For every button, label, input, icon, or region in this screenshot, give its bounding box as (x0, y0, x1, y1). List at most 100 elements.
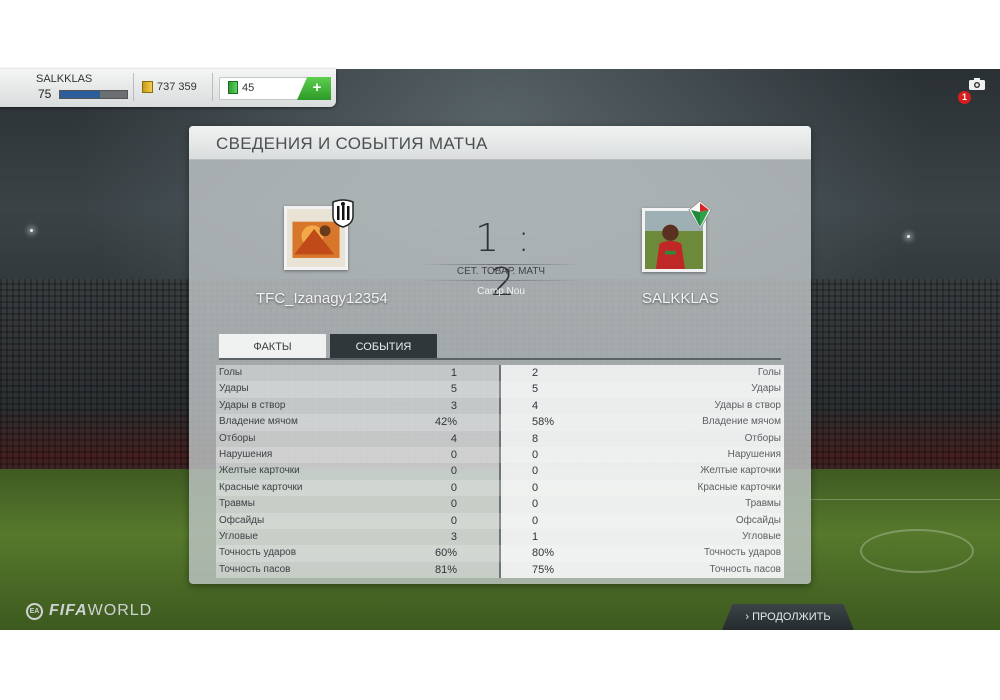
stat-value-home: 60% (434, 547, 457, 560)
stat-label-away: Отборы (744, 432, 781, 444)
stat-value-home: 5 (450, 383, 457, 396)
coins-display: 737 359 (142, 81, 197, 93)
fifa-world-logo: EA FIFA WORLD (26, 601, 152, 621)
stat-value-away: 80% (532, 547, 555, 560)
stat-label-away: Травмы (745, 498, 781, 510)
divider (133, 73, 134, 101)
home-team-avatar (284, 199, 354, 270)
ea-logo-icon: EA (26, 602, 43, 620)
xp-progress-fill (60, 91, 101, 98)
stats-row: Офсайды 0 0 Офсайды (216, 512, 784, 529)
points-display: 45 + (219, 77, 331, 100)
lokomotiv-crest-icon (688, 200, 712, 230)
away-team-name: SALKKLAS (642, 290, 719, 307)
stat-value-away: 2 (532, 367, 539, 379)
panel-header: СВЕДЕНИЯ И СОБЫТИЯ МАТЧА (189, 126, 811, 160)
stat-label-away: Удары в створ (714, 399, 782, 411)
stat-label-away: Угловые (742, 530, 781, 542)
floodlight (30, 229, 33, 232)
coins-value: 737 359 (157, 81, 197, 93)
stat-value-home: 3 (450, 530, 457, 543)
stat-label-away: Владение мячом (702, 416, 781, 428)
stats-row: Нарушения 0 0 Нарушения (216, 446, 784, 464)
stats-row: Точность пасов 81% 75% Точность пасов (216, 562, 784, 578)
stat-value-away: 0 (532, 448, 539, 461)
stat-label-home: Точность ударов (219, 547, 297, 559)
stat-value-home: 0 (450, 465, 457, 478)
points-icon (228, 81, 238, 94)
stat-value-home: 81% (434, 563, 457, 576)
tab-facts[interactable]: ФАКТЫ (219, 334, 326, 358)
stat-value-home: 0 (450, 498, 457, 511)
match-type: СЕТ. ТОВАР. МАТЧ (456, 266, 546, 277)
stats-row: Угловые 3 1 Угловые (216, 529, 784, 545)
stat-label-home: Голы (219, 367, 243, 378)
stat-value-home: 3 (450, 399, 457, 412)
stat-value-away: 8 (532, 432, 539, 445)
stat-value-away: 4 (532, 399, 539, 412)
continue-button[interactable]: › ПРОДОЛЖИТЬ (722, 604, 854, 630)
divider (421, 280, 581, 281)
stat-value-home: 1 (450, 367, 457, 379)
stat-value-away: 0 (532, 514, 539, 527)
notification-badge[interactable]: 1 (958, 91, 971, 104)
stat-value-away: 58% (532, 416, 555, 429)
away-team-avatar (642, 200, 712, 272)
camera-icon[interactable] (969, 78, 985, 90)
stat-value-away: 1 (532, 530, 539, 543)
stat-value-home: 0 (450, 481, 457, 494)
stat-label-home: Удары (219, 383, 249, 395)
stat-value-away: 5 (532, 383, 539, 396)
stat-label-home: Угловые (219, 530, 258, 542)
juventus-crest-icon (332, 199, 354, 228)
stat-value-away: 75% (532, 563, 555, 576)
stats-row: Голы 1 2 Голы (216, 365, 784, 381)
stat-label-away: Удары (751, 383, 781, 395)
stats-row: Точность ударов 60% 80% Точность ударов (216, 545, 784, 562)
stat-label-home: Точность пасов (219, 563, 291, 575)
divider (212, 73, 213, 101)
profile-hud: SALKKLAS 75 737 359 45 + (0, 69, 336, 107)
logo-world-text: WORLD (87, 602, 153, 619)
stat-label-home: Отборы (219, 432, 256, 444)
home-team-name: TFC_Izanagy12354 (256, 290, 388, 307)
stat-label-away: Офсайды (735, 514, 781, 526)
coins-icon (142, 81, 153, 93)
stat-value-away: 0 (532, 481, 539, 494)
stats-row: Владение мячом 42% 58% Владение мячом (216, 414, 784, 431)
buy-points-button[interactable]: + (297, 77, 331, 100)
tabs-underline (219, 358, 781, 360)
xp-progress-bar (59, 90, 128, 99)
stats-row: Удары 5 5 Удары (216, 381, 784, 398)
tab-events[interactable]: СОБЫТИЯ (330, 334, 437, 358)
match-stats-table: Голы 1 2 Голы Удары 5 5 Удары Удары в створ 3 4 Уда… (216, 365, 784, 579)
stat-label-away: Нарушения (727, 448, 781, 460)
stats-row: Желтые карточки 0 0 Желтые карточки (216, 463, 784, 479)
stat-label-away: Желтые карточки (700, 465, 781, 477)
points-value: 45 (242, 81, 255, 94)
stadium-name: Camp Nou (477, 286, 525, 297)
panel-title: СВЕДЕНИЯ И СОБЫТИЯ МАТЧА (216, 134, 488, 153)
divider (421, 264, 581, 265)
stat-label-away: Точность ударов (703, 547, 781, 559)
logo-fifa-text: FIFA (49, 602, 88, 619)
player-name: SALKKLAS (36, 73, 93, 85)
floodlight (907, 235, 910, 238)
stat-label-home: Удары в створ (219, 399, 286, 411)
stats-row: Красные карточки 0 0 Красные карточки (216, 479, 784, 497)
match-summary-panel: СВЕДЕНИЯ И СОБЫТИЯ МАТЧА TFC_Izanagy1235… (189, 126, 811, 584)
stat-label-away: Красные карточки (697, 481, 781, 493)
stat-value-home: 0 (450, 448, 457, 461)
stat-label-away: Голы (757, 367, 781, 378)
player-level: 75 (38, 87, 52, 101)
stats-row: Травмы 0 0 Травмы (216, 496, 784, 512)
stat-value-away: 0 (532, 465, 539, 478)
stat-value-home: 4 (450, 432, 457, 445)
stats-row: Отборы 4 8 Отборы (216, 431, 784, 447)
stat-label-home: Травмы (219, 498, 255, 510)
stat-label-home: Офсайды (219, 514, 265, 526)
stat-label-home: Желтые карточки (219, 465, 300, 477)
stat-label-away: Точность пасов (709, 563, 782, 575)
stat-value-home: 42% (434, 416, 457, 429)
stat-label-home: Красные карточки (219, 481, 303, 493)
